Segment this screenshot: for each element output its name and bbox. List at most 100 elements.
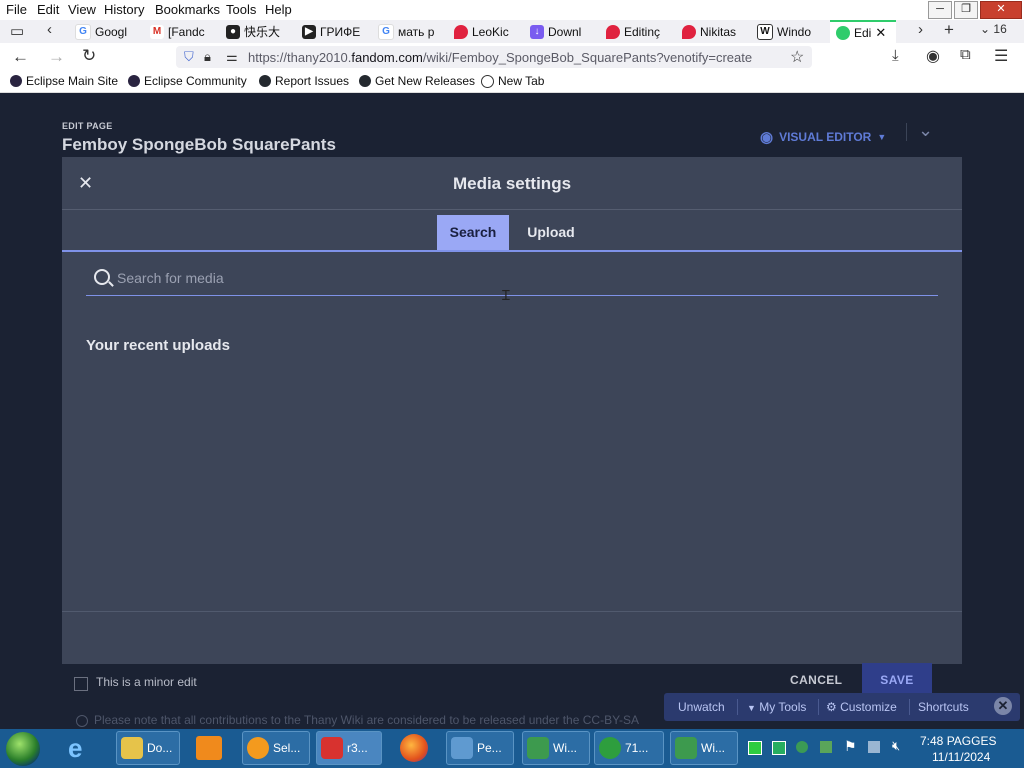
- address-bar[interactable]: ⛉ 🔒︎ ⚌ https://thany2010.fandom.com/wiki…: [176, 46, 812, 68]
- menu-file[interactable]: File: [6, 2, 27, 17]
- extensions-icon[interactable]: ⧉: [960, 46, 971, 63]
- tray-display-icon[interactable]: [868, 741, 880, 753]
- url-text[interactable]: https://thany2010.fandom.com/wiki/Femboy…: [248, 50, 804, 65]
- page-permissions-icon[interactable]: ⚌: [226, 49, 238, 65]
- browser-tab[interactable]: Nikitas: [682, 20, 744, 43]
- browser-tab[interactable]: ↓ Downl: [530, 20, 592, 43]
- minor-edit-label: This is a minor edit: [96, 675, 197, 689]
- menu-history[interactable]: History: [104, 2, 144, 17]
- taskbar-button[interactable]: Do...: [116, 731, 180, 765]
- unwatch-button[interactable]: Unwatch: [678, 700, 725, 714]
- text-cursor-icon: Ɪ: [502, 287, 510, 303]
- visual-editor-label: VISUAL EDITOR: [779, 130, 872, 144]
- new-tab-icon[interactable]: +: [944, 20, 954, 40]
- bookmark-label: New Tab: [498, 74, 545, 88]
- flag-icon[interactable]: ⚑: [844, 738, 857, 755]
- download-manager-icon: [599, 737, 621, 759]
- gear-icon: ⚙: [826, 700, 837, 714]
- visual-editor-switch[interactable]: ◉ VISUAL EDITOR ▼: [760, 128, 886, 146]
- account-icon[interactable]: ◉: [926, 46, 940, 66]
- scroll-tabs-left-icon[interactable]: ‹: [47, 21, 52, 38]
- tab-label: 快乐大: [244, 25, 281, 39]
- internet-explorer-icon[interactable]: e: [68, 733, 82, 764]
- browser-tab[interactable]: Editinç: [606, 20, 668, 43]
- chevron-down-icon[interactable]: ⌄: [918, 120, 933, 141]
- taskbar-button[interactable]: Pe...: [446, 731, 514, 765]
- folder-icon: [121, 737, 143, 759]
- google-icon: G: [378, 23, 394, 40]
- cancel-button[interactable]: CANCEL: [790, 673, 842, 687]
- reload-icon[interactable]: ↻: [82, 46, 96, 66]
- clock-time[interactable]: 7:48 PAGGES: [920, 734, 996, 748]
- bookmark-item[interactable]: Get New Releases: [359, 74, 475, 88]
- search-input[interactable]: [117, 268, 917, 288]
- lock-icon[interactable]: 🔒︎: [204, 49, 211, 65]
- dialog-title: Media settings: [452, 174, 572, 193]
- browser-tab[interactable]: M [Fandc: [150, 20, 212, 43]
- menu-view[interactable]: View: [68, 2, 96, 17]
- menu-tools[interactable]: Tools: [226, 2, 256, 17]
- browser-tab[interactable]: G мать р: [378, 20, 438, 43]
- tab-upload[interactable]: Upload: [517, 215, 585, 250]
- clock-date[interactable]: 11/11/2024: [932, 750, 990, 764]
- caret-down-icon: ▼: [747, 703, 756, 713]
- bookmark-star-icon[interactable]: ☆: [790, 47, 804, 67]
- bookmark-item[interactable]: Eclipse Main Site: [10, 74, 118, 88]
- minor-edit-checkbox[interactable]: [74, 677, 88, 691]
- taskbar-button[interactable]: Wi...: [522, 731, 590, 765]
- page-content: EDIT PAGE Femboy SpongeBob SquarePants ◉…: [0, 93, 1024, 729]
- close-icon[interactable]: ✕: [78, 173, 93, 194]
- shortcuts-button[interactable]: Shortcuts: [918, 700, 969, 714]
- restore-window-icon[interactable]: ❐: [954, 1, 978, 19]
- hamburger-menu-icon[interactable]: ☰: [994, 46, 1008, 66]
- media-player-icon[interactable]: [196, 736, 222, 760]
- browser-tab-active[interactable]: Edi ✕: [830, 20, 896, 43]
- taskbar-button[interactable]: r3...: [316, 731, 382, 765]
- terminal-icon: [527, 737, 549, 759]
- close-window-icon[interactable]: ✕: [980, 1, 1022, 19]
- taskbar-button[interactable]: Sel...: [242, 731, 310, 765]
- bookmark-item[interactable]: Eclipse Community: [128, 74, 247, 88]
- tab-search[interactable]: Search: [437, 215, 509, 250]
- volume-muted-icon[interactable]: 🔇︎: [892, 738, 900, 754]
- minimize-window-icon[interactable]: ─: [928, 1, 952, 19]
- browser-tab[interactable]: LeoKic: [454, 20, 516, 43]
- tray-app-icon[interactable]: [772, 741, 786, 755]
- tray-network-icon[interactable]: [796, 741, 808, 753]
- taskbar-label: Sel...: [273, 741, 301, 755]
- tray-app-icon[interactable]: [748, 741, 762, 755]
- bookmark-item[interactable]: Report Issues: [259, 74, 349, 88]
- tab-overview-icon[interactable]: ▭: [10, 22, 24, 40]
- my-tools-label: My Tools: [759, 700, 807, 714]
- url-path: /wiki/Femboy_SpongeBob_SquarePants?venot…: [422, 50, 753, 65]
- back-arrow-icon[interactable]: ←: [12, 47, 29, 67]
- browser-tab[interactable]: ● 快乐大: [226, 20, 290, 43]
- shield-icon[interactable]: ⛉: [184, 49, 194, 65]
- forward-arrow-icon[interactable]: →: [48, 47, 65, 67]
- browser-tab[interactable]: W Windo: [757, 20, 819, 43]
- bookmark-label: Report Issues: [275, 74, 350, 88]
- my-tools-button[interactable]: ▼ My Tools: [747, 700, 806, 714]
- github-icon: [259, 75, 271, 87]
- menu-bookmarks[interactable]: Bookmarks: [155, 2, 220, 17]
- search-field[interactable]: [86, 263, 938, 296]
- firefox-icon[interactable]: [400, 734, 428, 762]
- browser-tab[interactable]: ▶ ГРИФЕ: [302, 20, 362, 43]
- tray-security-icon[interactable]: [820, 741, 832, 753]
- downloads-icon[interactable]: ⤓: [892, 47, 899, 64]
- taskbar-button[interactable]: 71...: [594, 731, 664, 765]
- youtube-icon: ▶: [302, 24, 316, 39]
- menu-edit[interactable]: Edit: [37, 2, 59, 17]
- menu-help[interactable]: Help: [265, 2, 292, 17]
- app-icon: [321, 737, 343, 759]
- browser-tab[interactable]: G Googl: [75, 20, 140, 43]
- tab-list-button[interactable]: ⌄ 16: [980, 22, 1007, 36]
- close-tab-icon[interactable]: ✕: [875, 25, 886, 41]
- taskbar-button[interactable]: Wi...: [670, 731, 738, 765]
- customize-button[interactable]: ⚙ Customize: [826, 700, 897, 714]
- scroll-tabs-right-icon[interactable]: ›: [918, 21, 923, 38]
- taskbar-label: 71...: [625, 741, 649, 755]
- bookmark-item[interactable]: New Tab: [481, 74, 544, 88]
- close-toolbar-icon[interactable]: ✕: [994, 697, 1012, 715]
- windows-start-icon[interactable]: [6, 732, 40, 766]
